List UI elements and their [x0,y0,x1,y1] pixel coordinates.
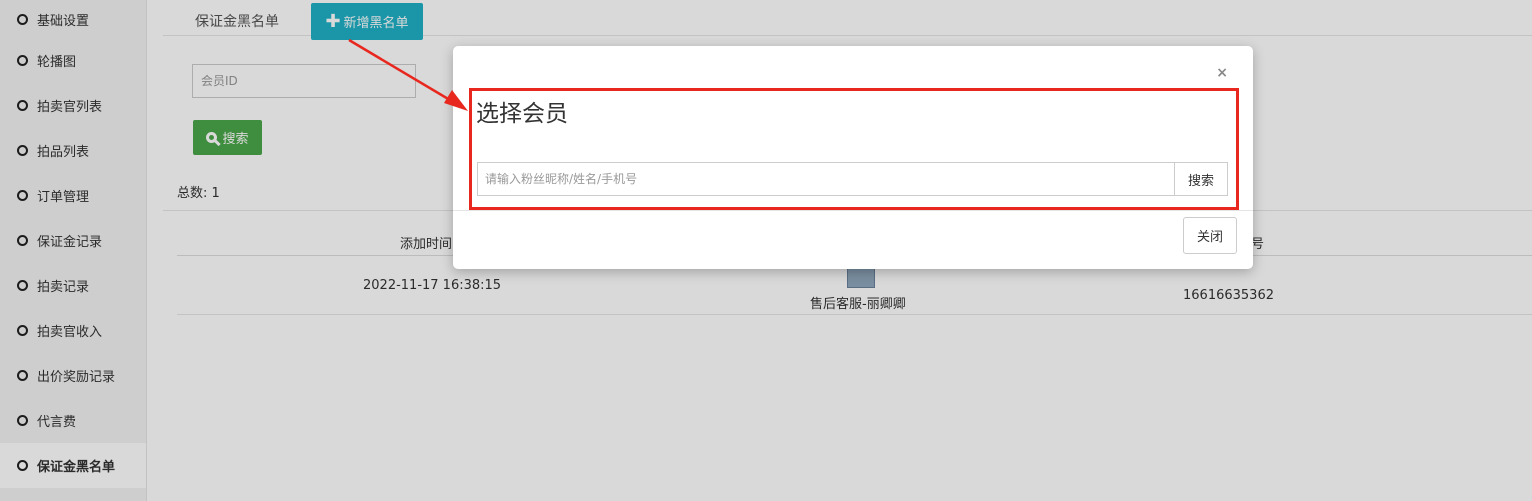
arrow-shaft [348,38,456,105]
annotation-arrow [348,38,468,111]
arrow-head [444,90,468,111]
